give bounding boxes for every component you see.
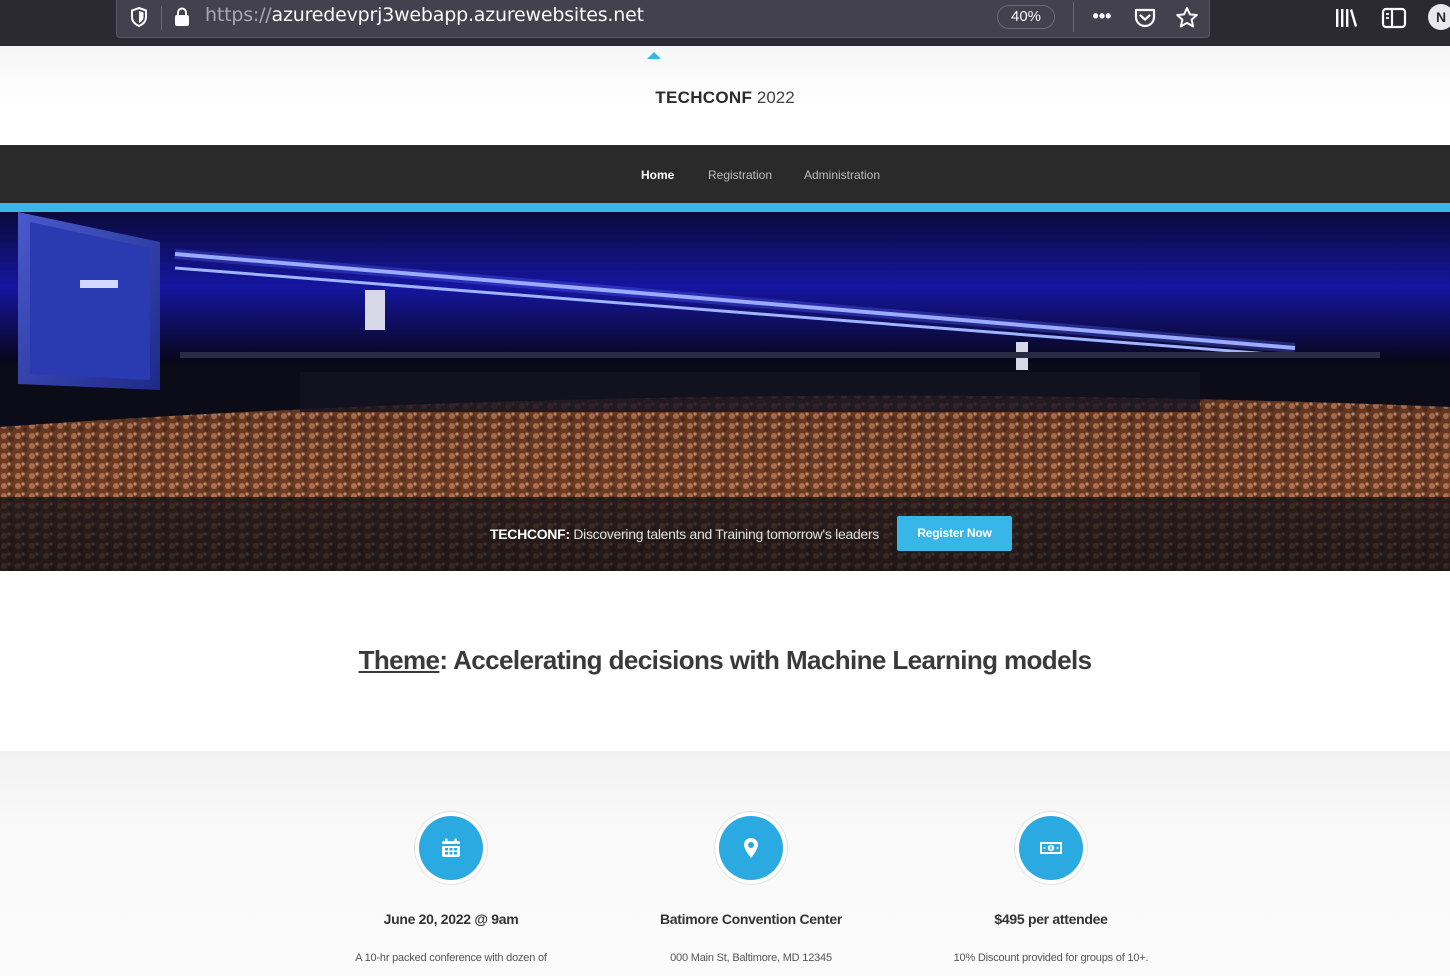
feature-title: $495 per attendee: [994, 911, 1108, 927]
feature-icon-circle: [1015, 812, 1087, 884]
library-icon[interactable]: [1332, 4, 1360, 32]
main-navigation: Home Registration Administration: [0, 145, 1450, 203]
site-title-brand: TECHCONF: [655, 88, 753, 107]
site-title[interactable]: TECHCONF 2022: [0, 88, 1450, 108]
bookmark-star-icon[interactable]: [1174, 5, 1200, 31]
money-icon: [1040, 842, 1062, 854]
nav-item-registration[interactable]: Registration: [708, 168, 772, 182]
theme-text: : Accelerating decisions with Machine Le…: [439, 645, 1092, 675]
site-title-year: 2022: [756, 88, 795, 107]
theme-label: Theme: [358, 645, 440, 675]
feature-title: June 20, 2022 @ 9am: [383, 911, 519, 927]
calendar-icon: [442, 838, 460, 857]
map-pin-icon: [744, 838, 758, 858]
site-header: TECHCONF 2022: [0, 46, 1450, 145]
cta-tagline: TECHCONF: Discovering talents and Traini…: [490, 526, 879, 542]
hero-banner: TECHCONF: Discovering talents and Traini…: [0, 212, 1450, 571]
zoom-level-button[interactable]: 40%: [997, 5, 1055, 29]
sidebar-icon[interactable]: [1380, 4, 1408, 32]
cta-bar: TECHCONF: Discovering talents and Traini…: [0, 497, 1450, 571]
account-avatar[interactable]: N: [1428, 4, 1450, 30]
feature-description: 000 Main St, Baltimore, MD 12345: [670, 952, 832, 964]
active-nav-indicator: [647, 52, 661, 59]
cta-tagline-text: Discovering talents and Training tomorro…: [569, 526, 879, 542]
feature-description: A 10-hr packed conference with dozen of: [355, 952, 547, 964]
browser-toolbar: https://azuredevprj3webapp.azurewebsites…: [0, 0, 1450, 46]
url-host: azuredevprj3webapp.azurewebsites.net: [271, 4, 645, 26]
tracking-protection-shield-icon[interactable]: [129, 6, 149, 28]
url-separator-2: [1073, 2, 1074, 32]
nav-item-administration[interactable]: Administration: [804, 168, 880, 182]
url-bar[interactable]: https://azuredevprj3webapp.azurewebsites…: [116, 0, 1210, 38]
url-text[interactable]: https://azuredevprj3webapp.azurewebsites…: [205, 4, 644, 26]
lock-icon[interactable]: [173, 6, 191, 28]
feature-icon-circle: [415, 812, 487, 884]
theme-heading: Theme: Accelerating decisions with Machi…: [0, 645, 1450, 676]
page-actions-more-icon[interactable]: •••: [1089, 5, 1115, 31]
features-section: June 20, 2022 @ 9am A 10-hr packed confe…: [0, 751, 1450, 976]
feature-icon-circle: [715, 812, 787, 884]
feature-description: 10% Discount provided for groups of 10+.: [953, 952, 1149, 964]
register-now-button[interactable]: Register Now: [897, 516, 1012, 551]
nav-accent-stripe: [0, 203, 1450, 212]
nav-item-home[interactable]: Home: [641, 168, 674, 182]
pocket-icon[interactable]: [1132, 5, 1158, 31]
url-separator: [161, 6, 162, 30]
theme-section: Theme: Accelerating decisions with Machi…: [0, 571, 1450, 751]
url-protocol: https://: [205, 4, 272, 26]
cta-brand: TECHCONF:: [490, 526, 570, 542]
feature-title: Batimore Convention Center: [659, 911, 842, 927]
